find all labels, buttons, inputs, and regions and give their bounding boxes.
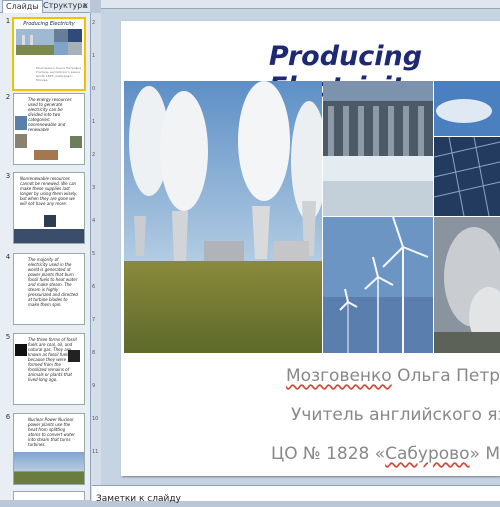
ruler-mark: 1 [92, 53, 96, 59]
ruler-mark: 4 [92, 218, 96, 224]
ruler-mark: 6 [92, 284, 96, 290]
close-panel-icon[interactable]: × [82, 1, 89, 10]
slides-panel: 1 Producing Electricity Мозговенко Ольга… [0, 13, 91, 500]
slide-number: 2 [5, 93, 11, 101]
ruler-mark: 2 [92, 152, 96, 158]
ruler-mark: 1 [92, 119, 96, 125]
slide-number: 6 [5, 413, 11, 421]
current-slide[interactable]: Producing Electricity [121, 21, 500, 476]
slide-thumb[interactable]: The energy resources used to generate el… [13, 93, 85, 165]
thumb-text: Nonrenewable resources cannot be renewed… [20, 176, 78, 206]
slide-thumb[interactable]: Producing Electricity Мозговенко Ольга П… [12, 17, 86, 91]
ruler-mark: 11 [92, 449, 99, 455]
thumb-text: The majority of electricity used in the … [28, 257, 78, 307]
notes-pane[interactable]: Заметки к слайду [92, 485, 500, 504]
ruler-mark: 8 [92, 350, 96, 356]
slide-number: 3 [5, 172, 11, 180]
slide-thumb[interactable]: The three forms of fossil fuels are coal… [13, 333, 85, 405]
school-name[interactable]: ЦО № 1828 «Сабурово» Москва [271, 444, 500, 464]
slide-thumb[interactable]: The majority of electricity used in the … [13, 253, 85, 325]
panel-tabs: Слайды Структура × [0, 0, 90, 13]
dam-photo [323, 81, 433, 216]
ruler-mark: 0 [92, 86, 96, 92]
solar-panels-photo [434, 137, 500, 216]
ruler-mark: 5 [92, 251, 96, 257]
thumb-photos [16, 29, 82, 55]
slide-thumb[interactable]: Nuclear Power Nuclear power plants use t… [13, 413, 85, 485]
vertical-ruler: 2 1 0 1 2 3 4 5 6 7 8 9 10 11 [92, 20, 100, 490]
ruler-mark: 2 [92, 20, 96, 26]
slide-number: 1 [5, 17, 11, 25]
thumb-text: Nuclear Power Nuclear power plants use t… [28, 417, 75, 447]
notes-label: Заметки к слайду [96, 494, 181, 504]
slide-number: 4 [5, 253, 11, 261]
power-plant-photo [124, 81, 322, 353]
slide-thumb[interactable]: Nonrenewable resources cannot be renewed… [13, 172, 85, 244]
horizontal-ruler [101, 0, 500, 9]
ruler-mark: 3 [92, 185, 96, 191]
sky-photo [434, 81, 500, 136]
slide-number: 5 [5, 333, 11, 341]
slide-thumb[interactable] [13, 491, 85, 500]
thumb-author: Мозговенко Ольга Петровна Учитель английс… [36, 66, 82, 82]
author-name[interactable]: Мозговенко Ольга Петровна [286, 366, 500, 386]
steam-clouds-photo [434, 217, 500, 353]
tab-slides[interactable]: Слайды [2, 0, 43, 13]
ruler-mark: 9 [92, 383, 96, 389]
ruler-mark: 10 [92, 416, 99, 422]
wind-turbines-photo [323, 217, 433, 353]
ruler-mark: 7 [92, 317, 96, 323]
author-position[interactable]: Учитель английского языка [291, 405, 500, 425]
thumb-title: Producing Electricity [23, 21, 75, 27]
